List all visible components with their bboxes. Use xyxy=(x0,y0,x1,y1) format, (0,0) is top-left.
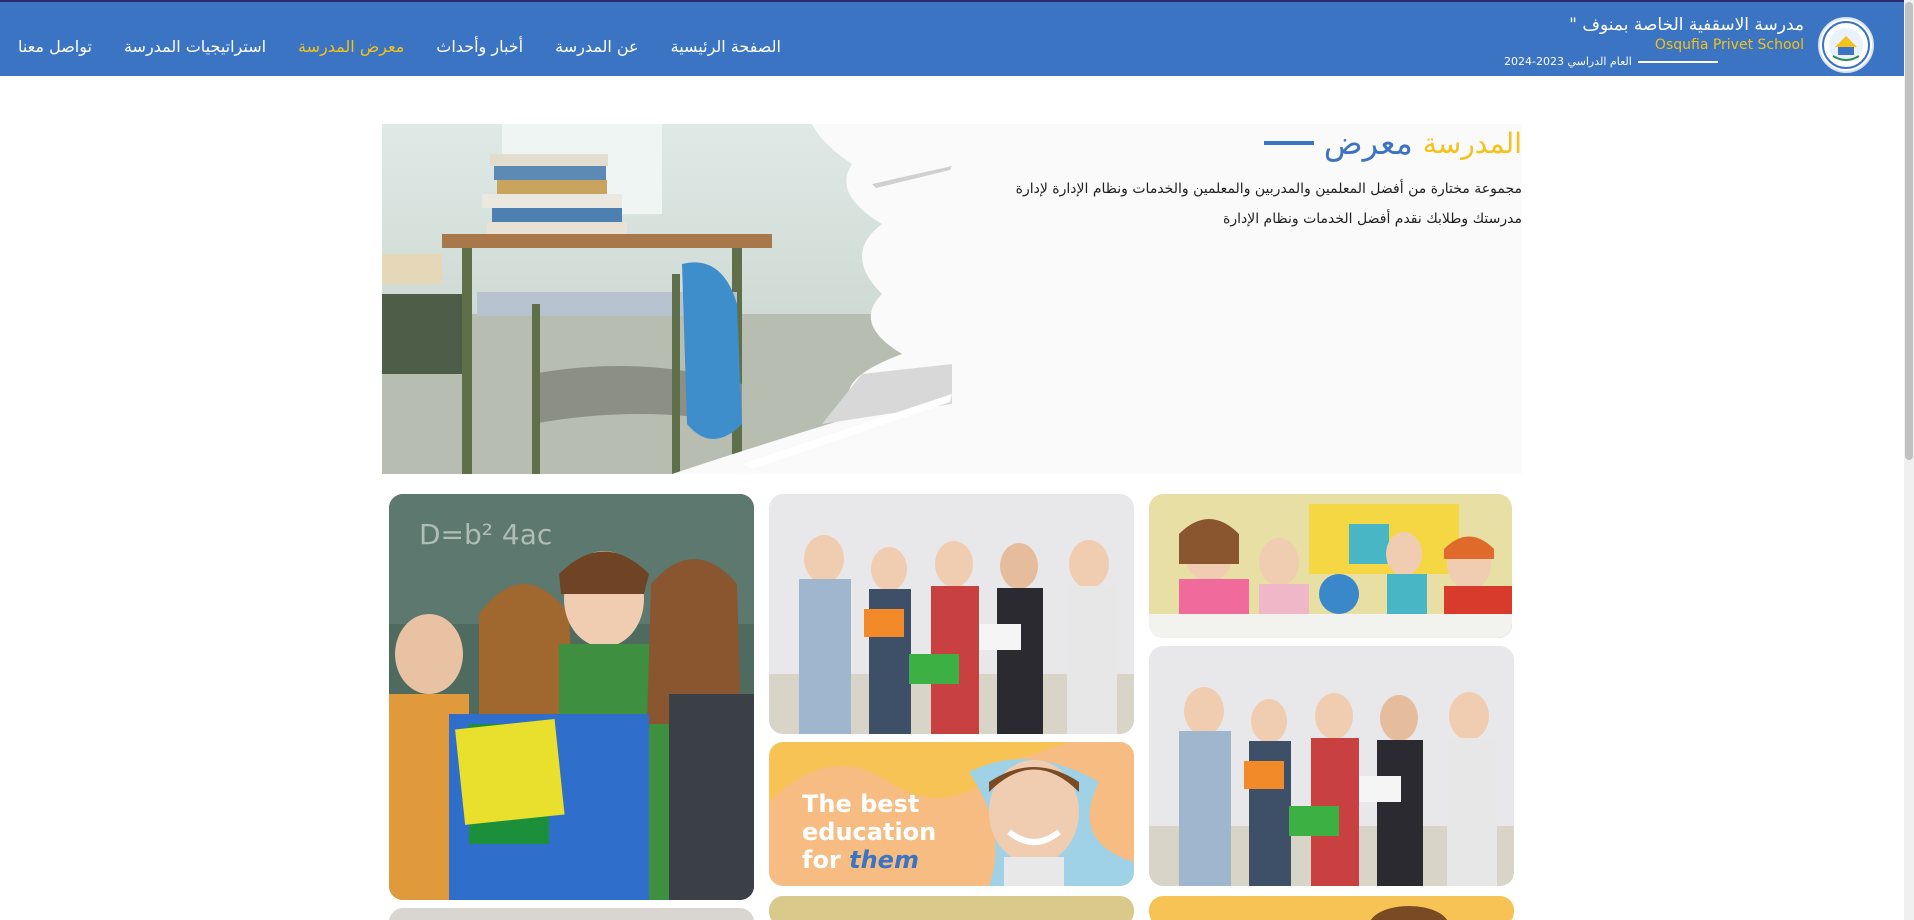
promo-line-3a: for xyxy=(802,846,841,874)
scrollbar-thumb[interactable] xyxy=(1905,2,1913,460)
nav-contact[interactable]: تواصل معنا xyxy=(2,37,108,56)
promo-line-3b: them xyxy=(849,846,919,874)
nav-about[interactable]: عن المدرسة xyxy=(539,37,655,56)
gallery-image-partial-2[interactable] xyxy=(769,896,1134,920)
site-header: مدرسة الاسقفية الخاصة بمنوف " Osqufia Pr… xyxy=(0,0,1904,76)
gallery-hero: المدرسة معرض مجموعة مختارة من أفضل المعل… xyxy=(382,124,1522,474)
promo-line-1: The best xyxy=(802,790,920,818)
promo-text: The best education for them xyxy=(802,790,962,874)
main-nav: الصفحة الرئيسية عن المدرسة أخبار وأحداث … xyxy=(2,26,797,66)
gallery-title-part2: المدرسة xyxy=(1422,126,1522,160)
school-name-ar: مدرسة الاسقفية الخاصة بمنوف " xyxy=(1569,15,1804,35)
gallery-description: مجموعة مختارة من أفضل المعلمين والمدربين… xyxy=(1015,181,1522,227)
title-accent-line xyxy=(1263,141,1314,145)
gallery-image-classroom-drawing[interactable] xyxy=(1149,494,1512,638)
gallery-title: المدرسة معرض xyxy=(1260,124,1522,162)
svg-text:D=b² 4ac: D=b² 4ac xyxy=(419,518,552,551)
school-name-en: Osqufia Privet School xyxy=(1654,37,1804,53)
gallery-image-students-portrait[interactable]: D=b² 4ac xyxy=(389,494,754,900)
gallery-title-part1: معرض xyxy=(1323,124,1413,162)
nav-home[interactable]: الصفحة الرئيسية xyxy=(655,37,797,56)
academic-year: العام الدراسي 2023-2024 xyxy=(1504,54,1804,70)
school-brand: مدرسة الاسقفية الخاصة بمنوف " Osqufia Pr… xyxy=(1504,14,1804,70)
gallery-image-students-reading[interactable] xyxy=(769,494,1134,734)
gallery-image-students-reading-2[interactable] xyxy=(1149,646,1514,886)
year-divider xyxy=(1637,61,1718,63)
nav-gallery[interactable]: معرض المدرسة xyxy=(282,37,420,56)
nav-strategies[interactable]: استراتيجيات المدرسة xyxy=(108,37,282,56)
school-logo-icon[interactable] xyxy=(1818,17,1874,73)
nav-news[interactable]: أخبار وأحداث xyxy=(420,37,539,56)
gallery-image-partial-3[interactable] xyxy=(1149,896,1514,920)
promo-line-3: for them xyxy=(802,846,962,874)
classroom-image xyxy=(382,124,952,474)
promo-line-2: education xyxy=(802,818,937,846)
gallery-image-partial-1[interactable] xyxy=(389,908,754,920)
academic-year-text: العام الدراسي 2023-2024 xyxy=(1504,55,1632,68)
page-scrollbar[interactable] xyxy=(1904,0,1914,920)
